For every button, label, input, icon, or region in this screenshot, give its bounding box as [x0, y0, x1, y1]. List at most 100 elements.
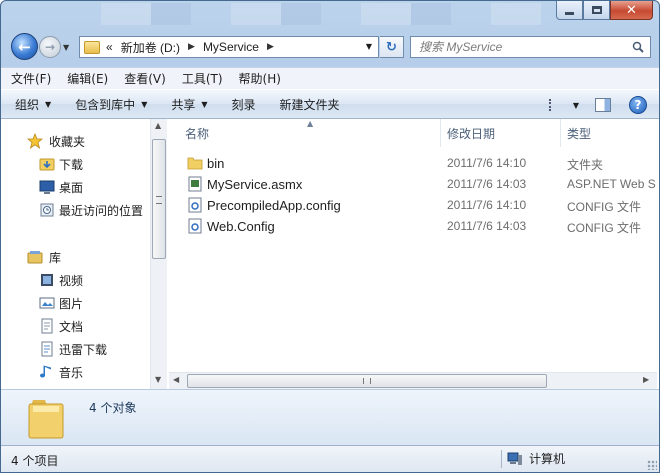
menu-edit[interactable]: 编辑(E): [67, 70, 108, 87]
share-label: 共享: [171, 97, 196, 112]
minimize-button[interactable]: [556, 1, 583, 20]
file-row-web-config[interactable]: Web.Config 2011/7/6 14:03 CONFIG 文件: [169, 216, 659, 237]
sidebar-music-label: 音乐: [59, 365, 84, 380]
maximize-button[interactable]: [583, 1, 610, 20]
computer-icon: [507, 452, 522, 465]
column-date-label: 修改日期: [447, 126, 496, 141]
sidebar-item-favorites[interactable]: 收藏夹: [27, 131, 86, 151]
folder-icon: [84, 40, 100, 54]
search-input[interactable]: [419, 40, 619, 54]
file-name: bin: [207, 156, 225, 171]
downloads-folder-icon: [39, 158, 55, 171]
scroll-right-icon[interactable]: ▶: [643, 375, 649, 384]
sidebar-item-downloads[interactable]: 下载: [39, 154, 83, 174]
scroll-up-icon[interactable]: ▲: [155, 121, 161, 130]
grip-icon: [363, 378, 371, 384]
include-in-library-button[interactable]: 包含到库中 ▼: [75, 96, 147, 113]
selection-summary: 4 个对象: [89, 401, 137, 415]
back-button[interactable]: ←: [11, 33, 38, 60]
chevron-down-icon: ▼: [201, 99, 208, 109]
preview-pane-icon[interactable]: [595, 98, 611, 112]
file-list: ▲ 名称 修改日期 类型 bin 2011/7/6 14:10 文件夹 MySe…: [169, 119, 659, 389]
file-date: 2011/7/6 14:10: [447, 156, 527, 170]
column-header-date[interactable]: 修改日期: [441, 119, 561, 147]
file-type: ASP.NET Web S: [567, 177, 656, 191]
chevron-down-icon: ▼: [45, 99, 52, 109]
share-button[interactable]: 共享 ▼: [171, 96, 207, 113]
sidebar-item-recent-places[interactable]: 最近访问的位置: [40, 200, 144, 220]
file-row-bin[interactable]: bin 2011/7/6 14:10 文件夹: [169, 153, 659, 174]
change-view-icon[interactable]: [548, 99, 565, 111]
organize-button[interactable]: 组织 ▼: [15, 96, 51, 113]
file-list-horizontal-scrollbar[interactable]: ◀ ▶: [169, 372, 657, 389]
file-date: 2011/7/6 14:10: [447, 198, 527, 212]
address-bar[interactable]: « 新加卷 (D:) ▶ MyService ▶ ▼: [79, 36, 379, 58]
sidebar-item-libraries[interactable]: 库: [27, 247, 61, 267]
sidebar-pictures-label: 图片: [59, 296, 84, 311]
file-row-precompiledapp-config[interactable]: PrecompiledApp.config 2011/7/6 14:10 CON…: [169, 195, 659, 216]
sidebar-videos-label: 视频: [59, 273, 84, 288]
sidebar-item-desktop[interactable]: 桌面: [39, 177, 84, 197]
scrollbar-thumb[interactable]: [187, 374, 547, 388]
address-dropdown-icon[interactable]: ▼: [366, 42, 372, 51]
menu-help[interactable]: 帮助(H): [239, 70, 281, 87]
breadcrumb-overflow[interactable]: «: [106, 40, 113, 54]
view-options-dropdown-icon[interactable]: ▼: [573, 101, 579, 110]
video-icon: [41, 274, 53, 286]
item-count: 4 个项目: [11, 454, 59, 468]
file-row-myservice-asmx[interactable]: MyService.asmx 2011/7/6 14:03 ASP.NET We…: [169, 174, 659, 195]
sidebar-desktop-label: 桌面: [59, 180, 84, 195]
recent-pages-dropdown[interactable]: ▼: [63, 43, 69, 52]
close-icon: ✕: [626, 2, 637, 18]
menu-tools[interactable]: 工具(T): [182, 70, 223, 87]
command-bar: 组织 ▼ 包含到库中 ▼ 共享 ▼ 刻录 新建文件夹 ▼ ?: [1, 89, 659, 119]
sidebar-item-documents[interactable]: 文档: [41, 316, 83, 336]
scrollbar-thumb[interactable]: [152, 139, 166, 259]
folder-icon: [187, 157, 203, 170]
sidebar-item-thunder-downloads[interactable]: 迅雷下载: [41, 339, 107, 359]
sidebar-recent-places-label: 最近访问的位置: [59, 203, 144, 218]
breadcrumb-current[interactable]: MyService: [203, 40, 259, 54]
explorer-window: ✕ ← → ▼ « 新加卷 (D:) ▶ MyService ▶ ▼ ↻ 文件(…: [0, 0, 660, 473]
thunder-downloads-icon: [41, 341, 53, 357]
file-name: PrecompiledApp.config: [207, 198, 341, 213]
search-box[interactable]: [410, 36, 651, 58]
help-icon[interactable]: ?: [629, 96, 647, 114]
status-bar: 4 个项目 计算机: [1, 445, 659, 472]
include-in-library-label: 包含到库中: [75, 97, 136, 112]
chevron-right-icon[interactable]: ▶: [267, 42, 274, 52]
new-folder-button[interactable]: 新建文件夹: [280, 96, 340, 113]
search-icon[interactable]: [632, 41, 644, 53]
view-controls: ▼ ?: [548, 96, 647, 114]
refresh-button[interactable]: ↻: [380, 36, 404, 58]
sidebar-favorites-label: 收藏夹: [49, 134, 86, 149]
organize-label: 组织: [15, 97, 40, 112]
sidebar-item-music[interactable]: 音乐: [40, 362, 84, 382]
desktop-icon: [39, 180, 55, 194]
column-header-name[interactable]: 名称: [169, 119, 441, 147]
navigation-pane-scrollbar[interactable]: ▲ ▼: [150, 119, 167, 389]
caption-buttons: ✕: [556, 1, 653, 20]
content-area: 收藏夹 下载 桌面 最近访问的位置 库 视频 图片 文档 迅雷下载 音乐 ▲ ▼…: [1, 119, 659, 389]
column-type-label: 类型: [567, 126, 592, 141]
scroll-down-icon[interactable]: ▼: [155, 375, 161, 384]
computer-label: 计算机: [529, 452, 566, 466]
menu-file[interactable]: 文件(F): [11, 70, 51, 87]
scroll-left-icon[interactable]: ◀: [173, 375, 179, 384]
close-button[interactable]: ✕: [610, 1, 653, 20]
sidebar-item-videos[interactable]: 视频: [41, 270, 84, 290]
breadcrumb-drive[interactable]: 新加卷 (D:): [121, 39, 180, 56]
burn-button[interactable]: 刻录: [232, 96, 256, 113]
menu-view[interactable]: 查看(V): [124, 70, 166, 87]
back-arrow-icon: ←: [18, 37, 31, 56]
forward-arrow-icon: →: [44, 40, 56, 54]
forward-button[interactable]: →: [39, 36, 61, 58]
chevron-right-icon[interactable]: ▶: [188, 42, 195, 52]
resize-grip-icon[interactable]: [647, 460, 657, 470]
pictures-icon: [39, 297, 55, 309]
chevron-down-icon: ▼: [141, 99, 148, 109]
column-name-label: 名称: [185, 126, 210, 141]
column-header-type[interactable]: 类型: [561, 119, 659, 147]
sidebar-item-pictures[interactable]: 图片: [39, 293, 84, 313]
status-location: 计算机: [507, 450, 565, 467]
